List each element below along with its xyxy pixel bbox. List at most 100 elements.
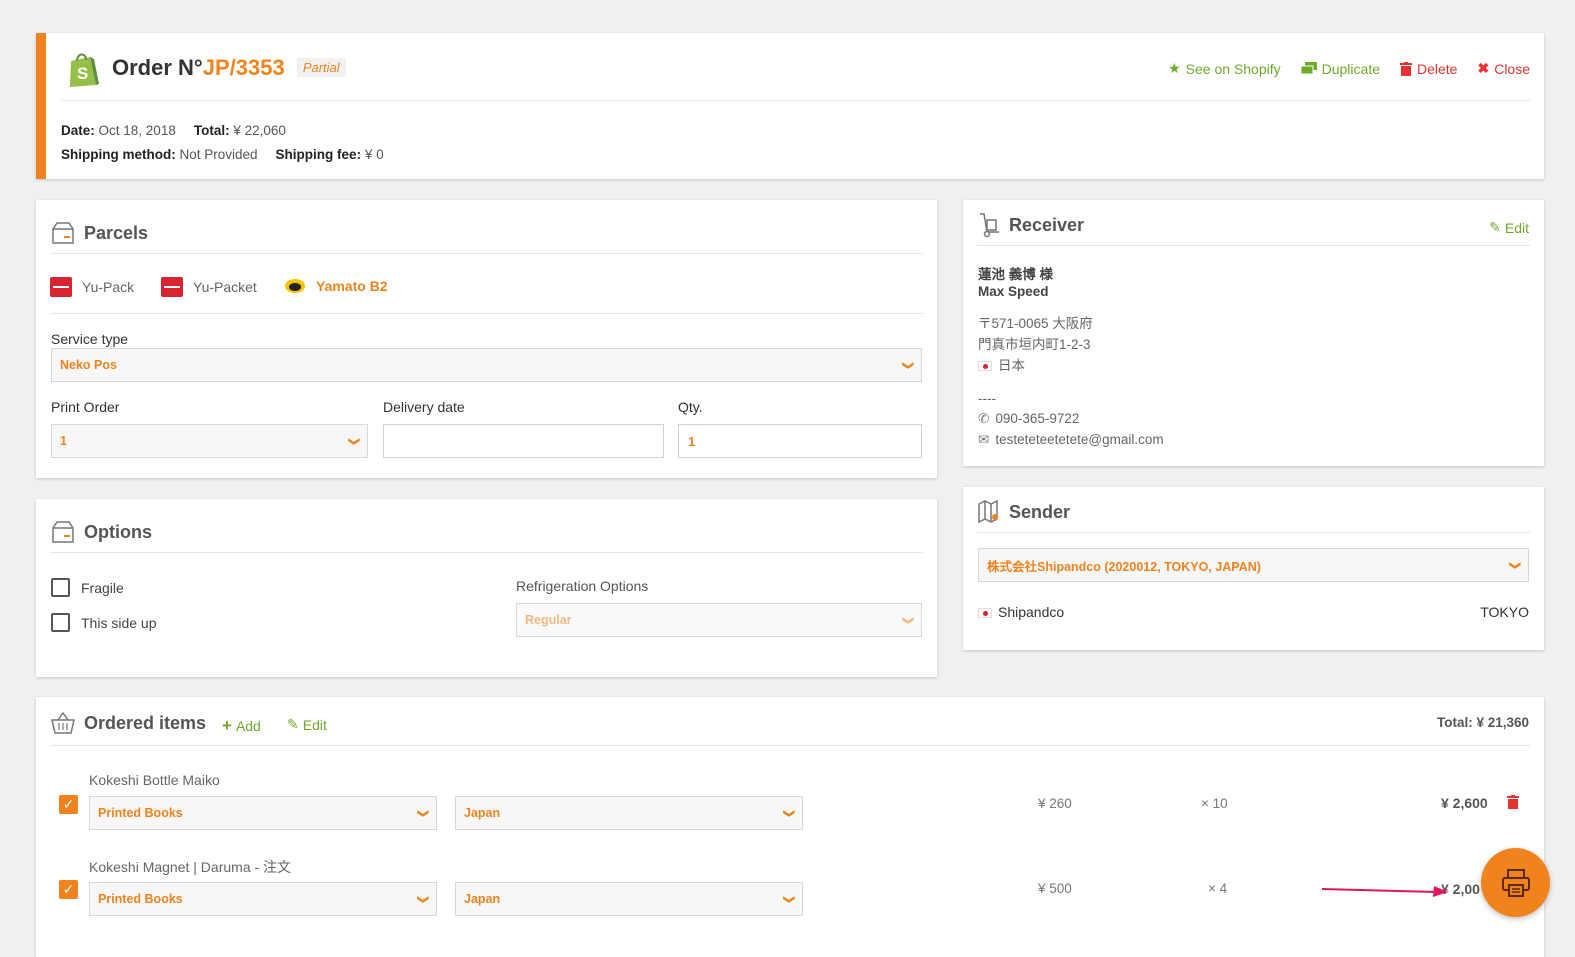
receiver-separator: ---- [978, 391, 996, 406]
close-icon: ✖ [1477, 60, 1490, 76]
delete-button[interactable]: Delete [1400, 60, 1457, 77]
order-number: JP/3353 [202, 55, 285, 80]
chevron-down-icon: ❯ [782, 808, 795, 818]
shipping-method-label: Shipping method: [61, 147, 176, 162]
receiver-divider [977, 245, 1530, 246]
receiver-heading: Receiver [977, 212, 1084, 238]
service-type-label: Service type [51, 331, 129, 347]
options-title: Options [84, 521, 152, 542]
carrier-yamato-b2[interactable]: Yamato B2 [284, 277, 388, 295]
chevron-down-icon: ❯ [901, 615, 914, 625]
close-label: Close [1494, 60, 1530, 77]
pencil-icon: ✎ [287, 716, 299, 732]
japan-flag-icon [978, 608, 992, 618]
japan-flag-icon [978, 361, 992, 371]
receiver-email-value: testeteteetetete@gmail.com [995, 432, 1164, 447]
status-badge: Partial [296, 58, 346, 77]
header-divider [61, 100, 1530, 101]
this-side-up-label: This side up [81, 615, 157, 631]
sender-select[interactable]: 株式会社Shipandco (2020012, TOKYO, JAPAN) ❯ [978, 548, 1529, 582]
total-value: ¥ 22,060 [233, 123, 286, 138]
receiver-country-label: 日本 [998, 358, 1025, 373]
see-on-shopify-button[interactable]: ★ See on Shopify [1168, 60, 1281, 77]
receiver-country: 日本 [978, 354, 1025, 374]
parcels-title: Parcels [84, 222, 149, 243]
receiver-email: ✉ testeteteetetete@gmail.com [978, 432, 1164, 448]
box-icon [52, 222, 74, 244]
sender-card: Sender 株式会社Shipandco (2020012, TOKYO, JA… [963, 487, 1544, 650]
sender-select-value: 株式会社Shipandco (2020012, TOKYO, JAPAN) [987, 559, 1261, 574]
item-checkbox[interactable]: ✓ [59, 795, 78, 814]
chevron-down-icon: ❯ [782, 894, 795, 904]
yamato-cat-logo-icon [285, 279, 305, 293]
refrigeration-value: Regular [525, 613, 572, 627]
shopify-logo-icon: S [70, 53, 99, 87]
item-checkbox[interactable]: ✓ [59, 880, 78, 899]
item-origin-select[interactable]: Japan ❯ [455, 796, 803, 830]
add-item-button[interactable]: + Add [222, 716, 261, 736]
sender-city: TOKYO [1480, 604, 1529, 620]
this-side-up-checkbox[interactable] [51, 613, 70, 632]
order-title: Order N°JP/3353 Partial [112, 55, 346, 81]
receiver-address-line: 門真市垣内町1-2-3 [978, 337, 1091, 352]
fragile-checkbox[interactable] [51, 578, 70, 597]
order-meta-row-2: Shipping method: Not Provided Shipping fe… [61, 147, 384, 162]
annotation-arrow [1321, 886, 1448, 897]
receiver-company: Max Speed [978, 284, 1049, 299]
print-order-select[interactable]: 1 ❯ [51, 424, 368, 458]
receiver-card: Receiver ✎ Edit 蓮池 義博 様 Max Speed 〒571-0… [963, 200, 1544, 466]
receiver-edit-label: Edit [1504, 219, 1529, 236]
date-label: Date: [61, 123, 95, 138]
date-value: Oct 18, 2018 [98, 123, 176, 138]
service-type-select[interactable]: Neko Pos ❯ [51, 348, 922, 382]
parcels-divider [50, 253, 923, 254]
trash-icon[interactable] [1507, 795, 1519, 809]
item-name: Kokeshi Bottle Maiko [89, 772, 220, 788]
qty-input[interactable]: 1 [678, 424, 922, 458]
chevron-down-icon: ❯ [416, 894, 429, 904]
order-meta-row-1: Date: Oct 18, 2018 Total: ¥ 22,060 [61, 123, 286, 138]
ordered-items-card: Ordered items + Add ✎ Edit Total: ¥ 21,3… [36, 697, 1544, 957]
print-fab-button[interactable] [1481, 848, 1550, 917]
sender-heading: Sender [977, 499, 1070, 525]
receiver-phone-value: 090-365-9722 [995, 411, 1080, 426]
add-item-label: Add [235, 718, 261, 734]
receiver-name: 蓮池 義博 様 [978, 267, 1054, 282]
chevron-down-icon: ❯ [1508, 560, 1521, 570]
chevron-down-icon: ❯ [416, 808, 429, 818]
duplicate-icon [1300, 62, 1317, 75]
item-price: ¥ 500 [1038, 881, 1072, 896]
sender-name: Shipandco [978, 604, 1064, 620]
close-button[interactable]: ✖ Close [1477, 60, 1530, 77]
delivery-date-label: Delivery date [383, 399, 465, 415]
item-origin-select[interactable]: Japan ❯ [455, 882, 803, 916]
receiver-edit-button[interactable]: ✎ Edit [1489, 219, 1529, 236]
chevron-down-icon: ❯ [347, 436, 360, 446]
item-line-total: ¥ 2,600 [1441, 795, 1488, 811]
edit-items-button[interactable]: ✎ Edit [287, 716, 327, 733]
order-header-card: S Order N°JP/3353 Partial ★ See on Shopi… [36, 33, 1544, 179]
duplicate-button[interactable]: Duplicate [1300, 60, 1380, 77]
receiver-title: Receiver [1009, 214, 1085, 235]
options-divider [50, 552, 923, 553]
item-category-value: Printed Books [98, 806, 183, 820]
hand-truck-icon [980, 213, 999, 238]
printer-icon [1501, 868, 1530, 897]
delivery-date-input[interactable] [383, 424, 664, 458]
item-origin-value: Japan [464, 806, 501, 820]
item-category-select[interactable]: Printed Books ❯ [89, 796, 437, 830]
carrier-yu-pack[interactable]: Yu-Pack [50, 277, 134, 297]
japan-post-logo-icon [161, 277, 183, 297]
parcels-card: Parcels Yu-Pack Yu-Packet Yamato B2 Serv… [36, 200, 937, 478]
options-heading: Options [50, 519, 152, 545]
checkmark-icon: ✓ [62, 881, 75, 897]
carrier-yu-packet[interactable]: Yu-Packet [161, 277, 257, 297]
total-label: Total: [193, 123, 230, 138]
fragile-label: Fragile [81, 580, 124, 596]
item-category-select[interactable]: Printed Books ❯ [89, 882, 437, 916]
ordered-items-heading: Ordered items [50, 711, 206, 735]
carrier-label: Yu-Pack [82, 279, 135, 295]
carrier-label: Yamato B2 [316, 278, 388, 294]
service-type-value: Neko Pos [60, 358, 117, 372]
shipping-fee-value: ¥ 0 [364, 147, 384, 162]
